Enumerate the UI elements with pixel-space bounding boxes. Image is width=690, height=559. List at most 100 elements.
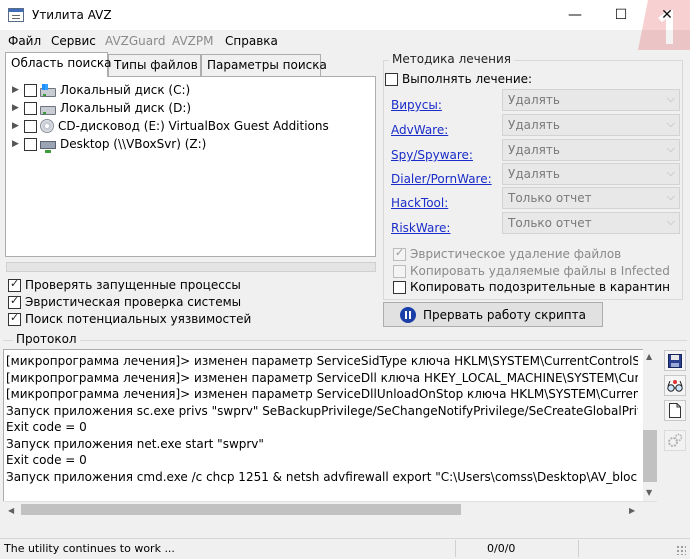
option-label: Копировать удаляемые файлы в Infected [410, 264, 670, 278]
adware-label[interactable]: AdvWare: [391, 123, 448, 137]
gears-icon [668, 433, 683, 447]
viruses-select[interactable]: Удалять ⌵ [502, 89, 680, 111]
heuristic-check-checkbox[interactable] [8, 294, 21, 309]
menu-file[interactable]: Файл [8, 34, 41, 48]
tab-search-params[interactable]: Параметры поиска [201, 54, 327, 76]
view-log-button[interactable] [664, 375, 686, 396]
copy-suspicious-option[interactable]: Копировать подозрительные в карантин [393, 280, 670, 294]
spyware-select[interactable]: Удалять ⌵ [502, 139, 680, 161]
status-text: The utility continues to work ... [4, 542, 175, 555]
select-value: Удалять [508, 143, 560, 157]
riskware-label[interactable]: RiskWare: [391, 221, 450, 235]
chevron-right-icon[interactable]: ▶ [12, 121, 24, 131]
heuristic-delete-checkbox[interactable] [393, 246, 406, 261]
clear-log-button[interactable] [664, 400, 686, 421]
protocol-divider [3, 340, 687, 341]
copy-deleted-option[interactable]: Копировать удаляемые файлы в Infected [393, 264, 670, 278]
vulnerability-search-checkbox[interactable] [8, 311, 21, 326]
hard-drive-icon [40, 105, 56, 115]
status-separator [455, 540, 456, 557]
treatment-group-title: Методика лечения [389, 52, 514, 66]
option-label: Копировать подозрительные в карантин [410, 280, 670, 294]
check-processes-checkbox[interactable] [8, 277, 21, 292]
menu-avzguard[interactable]: AVZGuard [105, 34, 165, 48]
log-line: Запуск приложения net.exe start "swprv" [6, 436, 264, 451]
drive-row-e[interactable]: ▶ CD-дисковод (E:) VirtualBox Guest Addi… [12, 117, 329, 135]
chevron-right-icon[interactable]: ▶ [12, 103, 24, 113]
menu-bar: Файл Сервис AVZGuard AVZPM Справка [0, 31, 690, 51]
option-label: Эвристическая проверка системы [25, 295, 242, 309]
drive-label: Локальный диск (D:) [60, 101, 192, 115]
spyware-label[interactable]: Spy/Spyware: [391, 148, 473, 162]
chevron-right-icon[interactable]: ▶ [12, 85, 24, 95]
resize-grip-icon[interactable] [676, 545, 686, 555]
cd-drive-icon [40, 119, 54, 133]
drive-label: Desktop (\\VBoxSvr) (Z:) [60, 137, 207, 151]
protocol-log[interactable]: [микропрограмма лечения]> изменен параме… [3, 349, 657, 519]
status-counter: 0/0/0 [487, 542, 516, 555]
drive-row-z[interactable]: ▶ Desktop (\\VBoxSvr) (Z:) [12, 135, 206, 153]
drive-row-d[interactable]: ▶ Локальный диск (D:) [12, 99, 191, 117]
drive-e-checkbox[interactable] [24, 119, 37, 133]
log-lines: [микропрограмма лечения]> изменен параме… [6, 353, 638, 485]
save-log-button[interactable] [664, 350, 686, 371]
chevron-down-icon: ⌵ [666, 190, 675, 203]
riskware-select[interactable]: Только отчет ⌵ [502, 212, 680, 234]
button-label: Прервать работу скрипта [422, 307, 586, 322]
viruses-label[interactable]: Вирусы: [391, 98, 442, 112]
dialer-select[interactable]: Удалять ⌵ [502, 163, 680, 185]
option-label: Поиск потенциальных уязвимостей [25, 312, 252, 326]
hacktool-select[interactable]: Только отчет ⌵ [502, 187, 680, 209]
option-check-processes[interactable]: Проверять запущенные процессы [8, 277, 241, 292]
log-line: Запуск приложения sc.exe privs "swprv" S… [6, 403, 638, 418]
hacktool-label[interactable]: HackTool: [391, 196, 448, 210]
copy-deleted-checkbox[interactable] [393, 264, 406, 278]
menu-help[interactable]: Справка [225, 34, 278, 48]
pause-icon [399, 306, 416, 323]
option-label: Проверять запущенные процессы [25, 278, 241, 292]
dialer-label[interactable]: Dialer/PornWare: [391, 172, 492, 186]
select-value: Удалять [508, 93, 560, 107]
select-value: Удалять [508, 167, 560, 181]
drive-label: Локальный диск (C:) [60, 83, 191, 97]
drive-row-c[interactable]: ▶ Локальный диск (C:) [12, 81, 190, 99]
option-vulnerability-search[interactable]: Поиск потенциальных уязвимостей [8, 311, 252, 326]
scroll-left-icon[interactable]: ◀ [8, 506, 14, 515]
scroll-down-icon[interactable]: ▼ [646, 488, 652, 497]
minimize-button[interactable]: — [552, 0, 598, 30]
protocol-title: Протокол [13, 332, 80, 346]
status-separator [578, 540, 579, 557]
menu-avzpm[interactable]: AVZPM [172, 34, 213, 48]
log-line: Exit code = 0 [6, 453, 87, 467]
stop-script-button[interactable]: Прервать работу скрипта [383, 302, 603, 327]
option-heuristic-check[interactable]: Эвристическая проверка системы [8, 294, 242, 309]
perform-treatment[interactable]: Выполнять лечение: [385, 72, 532, 86]
option-label: Выполнять лечение: [402, 72, 533, 86]
copy-suspicious-checkbox[interactable] [393, 280, 406, 294]
drive-z-checkbox[interactable] [24, 137, 37, 151]
chevron-right-icon[interactable]: ▶ [12, 139, 24, 149]
tree-horizontal-scrollbar[interactable] [6, 262, 376, 272]
log-vertical-thumb[interactable] [643, 430, 657, 482]
adware-select[interactable]: Удалять ⌵ [502, 114, 680, 136]
tab-search-area[interactable]: Область поиска [5, 52, 112, 77]
tab-file-types[interactable]: Типы файлов [108, 54, 201, 76]
select-value: Удалять [508, 118, 560, 132]
drive-d-checkbox[interactable] [24, 101, 37, 115]
scroll-up-icon[interactable]: ▲ [646, 352, 652, 361]
close-button[interactable]: ✕ [644, 0, 690, 30]
option-label: Эвристическое удаление файлов [410, 247, 622, 261]
drive-c-checkbox[interactable] [24, 83, 37, 97]
network-drive-icon [40, 141, 56, 153]
chevron-down-icon: ⌵ [666, 92, 675, 105]
menu-service[interactable]: Сервис [51, 34, 96, 48]
select-value: Только отчет [508, 216, 592, 230]
maximize-button[interactable]: ☐ [598, 0, 644, 30]
perform-treatment-checkbox[interactable] [385, 72, 398, 86]
blank-page-icon [669, 403, 681, 418]
heuristic-delete-option[interactable]: Эвристическое удаление файлов [393, 246, 622, 261]
log-settings-button[interactable] [664, 430, 686, 451]
log-horizontal-thumb[interactable] [21, 504, 461, 515]
scroll-right-icon[interactable]: ▶ [629, 506, 635, 515]
log-line: [микропрограмма лечения]> изменен параме… [6, 354, 638, 368]
